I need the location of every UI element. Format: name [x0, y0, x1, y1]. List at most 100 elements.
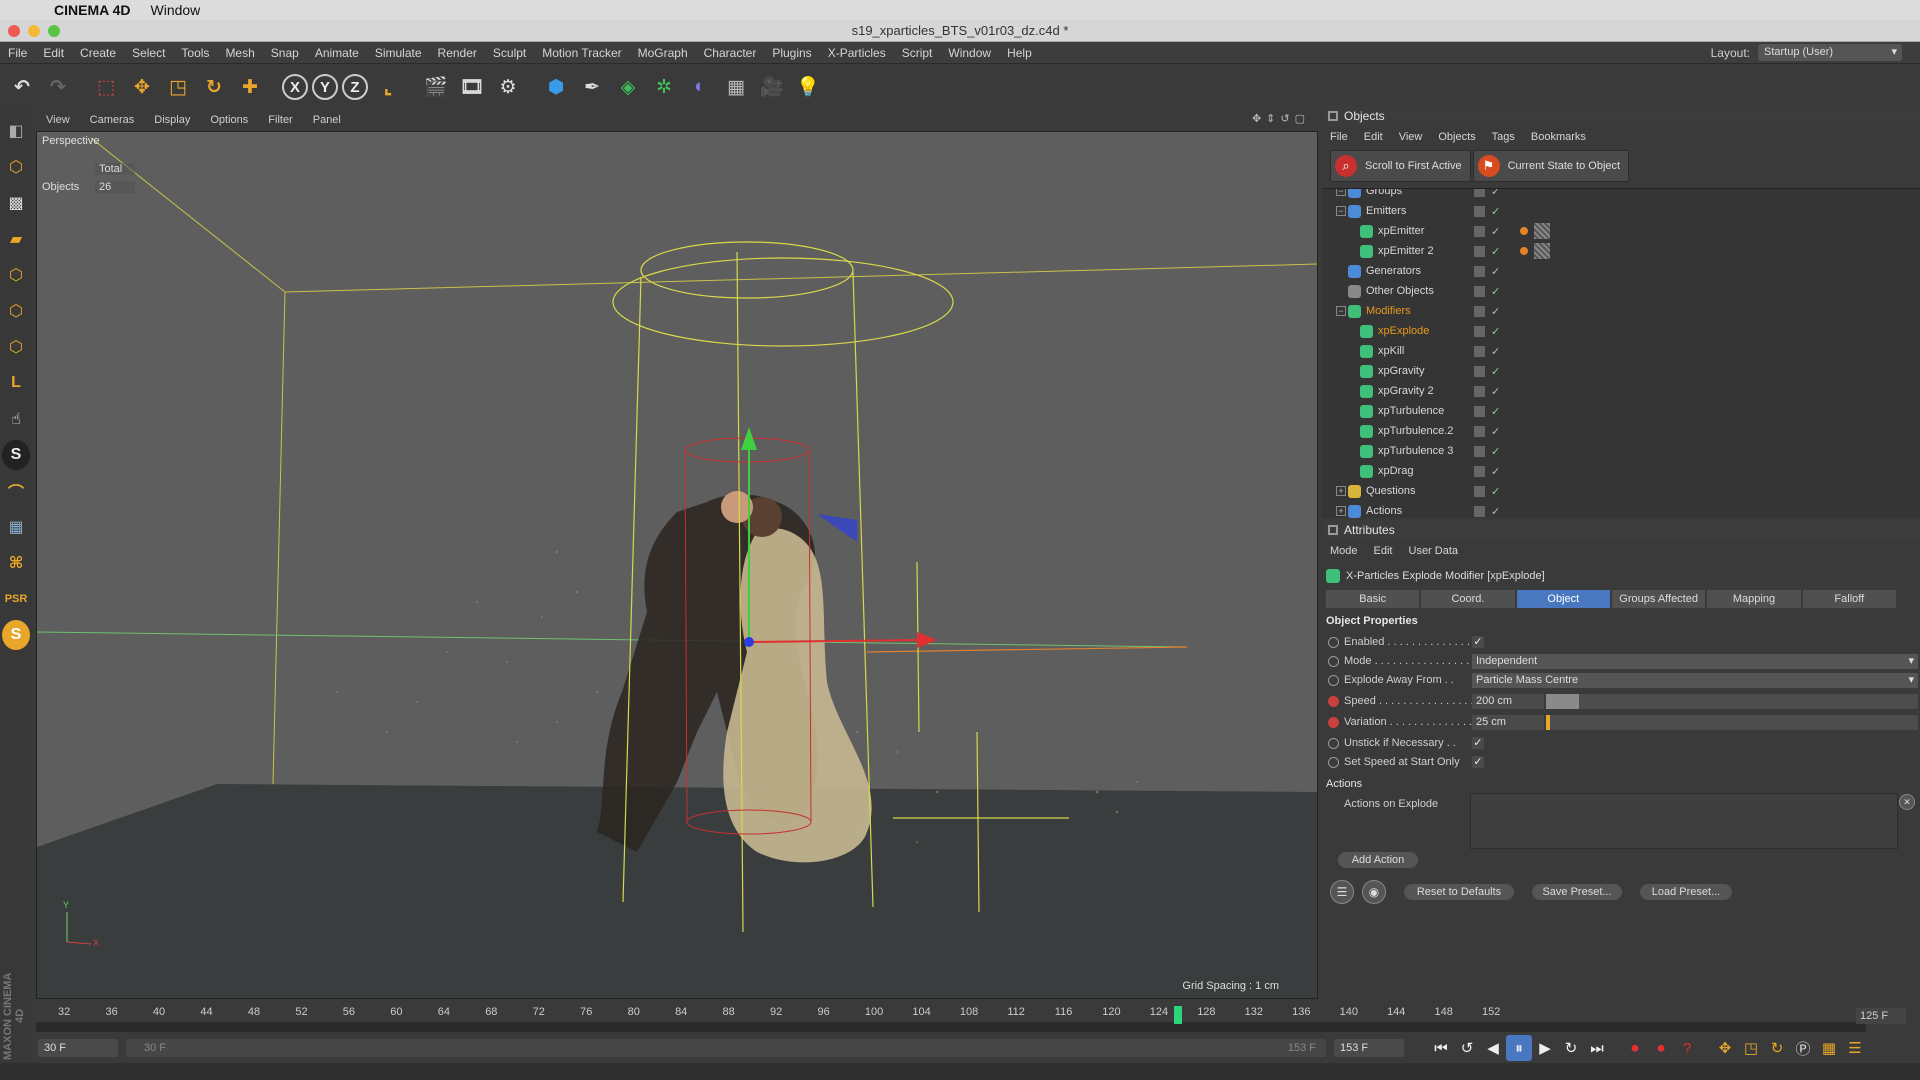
rotate-tool-icon[interactable]: ↻	[198, 71, 230, 103]
layer-icon[interactable]	[1474, 206, 1485, 218]
tag-icon[interactable]	[1520, 247, 1528, 255]
enabled-check-icon[interactable]: ✓	[1491, 506, 1500, 518]
enabled-check-icon[interactable]: ✓	[1491, 206, 1500, 218]
object-visibility-flags[interactable]: ✓	[1474, 285, 1500, 298]
tab-object[interactable]: Object	[1516, 590, 1610, 608]
object-visibility-flags[interactable]: ✓	[1474, 405, 1500, 418]
attributes-menu-edit[interactable]: Edit	[1366, 545, 1401, 557]
preset-camera-icon[interactable]: ◉	[1362, 880, 1386, 904]
psr-icon[interactable]: PSR	[2, 584, 30, 614]
viewport-menu-filter[interactable]: Filter	[258, 114, 302, 126]
layout-dropdown[interactable]: Startup (User)	[1758, 44, 1902, 61]
objects-menu-bookmarks[interactable]: Bookmarks	[1523, 131, 1594, 143]
variation-animate-radio[interactable]	[1328, 716, 1339, 728]
scroll-to-first-active-button[interactable]: ⌕ Scroll to First Active	[1330, 150, 1471, 182]
menu-character[interactable]: Character	[696, 46, 765, 60]
layer-icon[interactable]	[1474, 306, 1485, 318]
objects-menu-file[interactable]: File	[1322, 131, 1356, 143]
viewport-menu-options[interactable]: Options	[200, 114, 258, 126]
go-to-next-key-icon[interactable]: ↻	[1558, 1035, 1584, 1061]
x-axis-lock-button[interactable]: X	[282, 74, 308, 100]
expand-toggle-icon[interactable]: −	[1336, 189, 1346, 196]
enabled-check-icon[interactable]: ✓	[1491, 406, 1500, 418]
object-manager-list[interactable]: − Groups ✓ − Emitters ✓ xpEmitter ✓ xpEmitter 2 ✓…	[1322, 188, 1920, 518]
timeline-current-frame-marker[interactable]	[1173, 1006, 1182, 1024]
add-action-button[interactable]: Add Action	[1338, 852, 1418, 868]
object-row[interactable]: xpTurbulence.2 ✓	[1322, 421, 1920, 441]
symmetry-icon[interactable]: ⌘	[2, 548, 30, 578]
viewport-camera-label[interactable]: Perspective	[42, 135, 99, 147]
y-axis-lock-button[interactable]: Y	[312, 74, 338, 100]
render-settings-icon[interactable]: ⚙	[492, 71, 524, 103]
reset-to-defaults-button[interactable]: Reset to Defaults	[1404, 884, 1514, 900]
viewport-menu-view[interactable]: View	[36, 114, 80, 126]
move-tool-icon[interactable]: ✥	[126, 71, 158, 103]
object-row[interactable]: xpTurbulence 3 ✓	[1322, 441, 1920, 461]
nurbs-icon[interactable]: ◈	[612, 71, 644, 103]
menu-x-particles[interactable]: X-Particles	[820, 46, 894, 60]
coordinate-system-icon[interactable]: ⌞	[372, 71, 404, 103]
object-visibility-flags[interactable]: ✓	[1474, 189, 1500, 198]
mode-animate-radio[interactable]	[1328, 655, 1339, 667]
material-tag-icon[interactable]	[1534, 223, 1550, 239]
previous-frame-icon[interactable]: ◀	[1480, 1035, 1506, 1061]
enabled-check-icon[interactable]: ✓	[1491, 486, 1500, 498]
menu-animate[interactable]: Animate	[307, 46, 367, 60]
actions-clear-icon[interactable]: ✕	[1899, 794, 1915, 810]
axis-mode-icon[interactable]: L	[2, 368, 30, 398]
menu-sculpt[interactable]: Sculpt	[485, 46, 534, 60]
layer-icon[interactable]	[1474, 406, 1485, 418]
texture-mode-icon[interactable]: ▩	[2, 188, 30, 218]
menu-script[interactable]: Script	[894, 46, 941, 60]
preset-menu-icon[interactable]: ☰	[1330, 880, 1354, 904]
actions-on-explode-list[interactable]	[1470, 793, 1898, 849]
preview-range-slider[interactable]: 30 F 153 F	[126, 1039, 1326, 1057]
layer-icon[interactable]	[1474, 326, 1485, 338]
zoom-window-button[interactable]	[48, 25, 60, 37]
menu-file[interactable]: File	[0, 46, 35, 60]
record-position-icon[interactable]: ✥	[1712, 1035, 1738, 1061]
live-selection-icon[interactable]: ⬚	[90, 71, 122, 103]
next-frame-icon[interactable]: ▶	[1532, 1035, 1558, 1061]
object-row[interactable]: Generators ✓	[1322, 261, 1920, 281]
layer-icon[interactable]	[1474, 386, 1485, 398]
mac-menu-window[interactable]: Window	[151, 2, 201, 18]
object-visibility-flags[interactable]: ✓	[1474, 465, 1500, 478]
z-axis-lock-button[interactable]: Z	[342, 74, 368, 100]
explode-away-dropdown[interactable]: Particle Mass Centre	[1472, 672, 1918, 688]
array-icon[interactable]: ✲	[648, 71, 680, 103]
menu-tools[interactable]: Tools	[173, 46, 217, 60]
layer-icon[interactable]	[1474, 486, 1485, 498]
material-tag-icon[interactable]	[1534, 243, 1550, 259]
close-window-button[interactable]	[8, 25, 20, 37]
viewport-menu-panel[interactable]: Panel	[303, 114, 351, 126]
object-row[interactable]: Other Objects ✓	[1322, 281, 1920, 301]
variation-field[interactable]: 25 cm	[1472, 714, 1544, 730]
expand-toggle-icon[interactable]: −	[1336, 306, 1346, 316]
keyframe-selection-icon[interactable]: ?	[1674, 1035, 1700, 1061]
menu-plugins[interactable]: Plugins	[764, 46, 819, 60]
object-visibility-flags[interactable]: ✓	[1474, 245, 1500, 258]
end-frame-field[interactable]: 153 F	[1334, 1039, 1404, 1057]
model-mode-icon[interactable]: ⬡	[2, 152, 30, 182]
viewport-navigation-icons[interactable]: ✥⇕↺▢	[1252, 112, 1310, 125]
load-preset-button[interactable]: Load Preset...	[1640, 884, 1732, 900]
viewport-menu-display[interactable]: Display	[144, 114, 200, 126]
record-active-objects-icon[interactable]: ⏺	[1622, 1035, 1648, 1061]
enabled-check-icon[interactable]: ✓	[1491, 306, 1500, 318]
panel-grip-icon[interactable]	[1328, 525, 1338, 535]
layer-icon[interactable]	[1474, 189, 1485, 198]
layer-icon[interactable]	[1474, 506, 1485, 518]
layer-icon[interactable]	[1474, 246, 1485, 258]
render-view-icon[interactable]: 🎬	[420, 71, 452, 103]
object-visibility-flags[interactable]: ✓	[1474, 425, 1500, 438]
points-mode-icon[interactable]: ⬡	[2, 260, 30, 290]
tab-groups-affected[interactable]: Groups Affected	[1611, 590, 1706, 608]
snap-icon[interactable]: S	[2, 440, 30, 470]
pause-icon[interactable]: ⏸	[1506, 1035, 1532, 1061]
enabled-check-icon[interactable]: ✓	[1491, 426, 1500, 438]
camera-icon[interactable]: 🎥	[756, 71, 788, 103]
explode-away-animate-radio[interactable]	[1328, 674, 1339, 686]
speed-slider[interactable]	[1546, 693, 1918, 709]
tab-mapping[interactable]: Mapping	[1707, 590, 1801, 608]
